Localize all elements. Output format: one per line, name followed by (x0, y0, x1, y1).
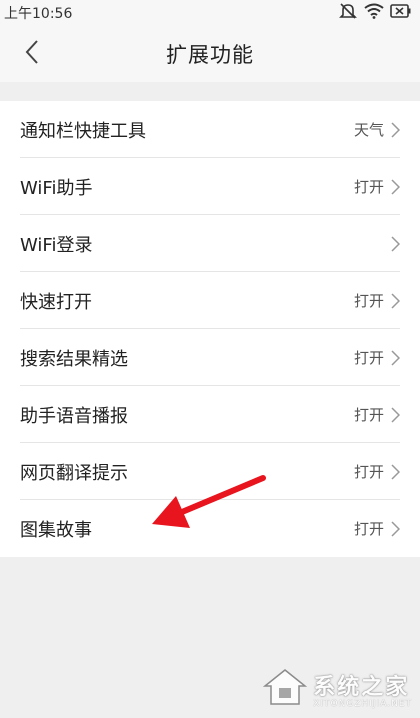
chevron-right-icon (391, 406, 400, 423)
list-item[interactable]: 网页翻译提示 打开 (0, 443, 420, 500)
item-label: 助手语音播报 (20, 405, 128, 427)
chevron-right-icon (391, 520, 400, 537)
status-bar: 上午10:56 (0, 0, 420, 24)
item-value: 打开 (353, 406, 384, 424)
chevron-right-icon (391, 349, 400, 366)
mute-icon (338, 2, 358, 24)
status-icons (338, 2, 412, 24)
house-logo-icon (263, 668, 308, 710)
chevron-right-icon (391, 292, 400, 309)
item-label: 搜索结果精选 (20, 348, 128, 370)
item-label: WiFi助手 (20, 177, 93, 199)
watermark-domain: XITONGZHIJIA.NET (313, 699, 412, 709)
watermark: 系统之家 XITONGZHIJIA.NET (263, 668, 412, 710)
item-value: 打开 (353, 349, 384, 367)
settings-list: 通知栏快捷工具 天气 WiFi助手 打开 WiFi登录 快速打开 打开 搜索结果… (0, 101, 420, 557)
item-value: 打开 (353, 463, 384, 481)
list-item[interactable]: 助手语音播报 打开 (0, 386, 420, 443)
chevron-right-icon (391, 121, 400, 138)
chevron-right-icon (391, 235, 400, 252)
chevron-right-icon (391, 178, 400, 195)
item-value: 打开 (353, 520, 384, 538)
list-item[interactable]: 通知栏快捷工具 天气 (0, 101, 420, 158)
item-label: 网页翻译提示 (20, 462, 128, 484)
page-title: 扩展功能 (166, 43, 254, 67)
list-item[interactable]: WiFi登录 (0, 215, 420, 272)
battery-icon (390, 3, 412, 23)
item-label: 通知栏快捷工具 (20, 120, 146, 142)
list-item[interactable]: 快速打开 打开 (0, 272, 420, 329)
item-label: 图集故事 (20, 519, 92, 541)
list-item[interactable]: 搜索结果精选 打开 (0, 329, 420, 386)
chevron-right-icon (391, 463, 400, 480)
item-value: 天气 (353, 121, 384, 139)
status-time: 上午10:56 (4, 6, 73, 22)
item-value: 打开 (353, 178, 384, 196)
wifi-icon (364, 3, 384, 23)
item-label: 快速打开 (20, 291, 92, 313)
list-item[interactable]: WiFi助手 打开 (0, 158, 420, 215)
item-value: 打开 (353, 292, 384, 310)
list-item[interactable]: 图集故事 打开 (0, 500, 420, 557)
item-label: WiFi登录 (20, 234, 93, 256)
header-bar: 扩展功能 (0, 24, 420, 82)
watermark-name: 系统之家 (313, 675, 410, 700)
